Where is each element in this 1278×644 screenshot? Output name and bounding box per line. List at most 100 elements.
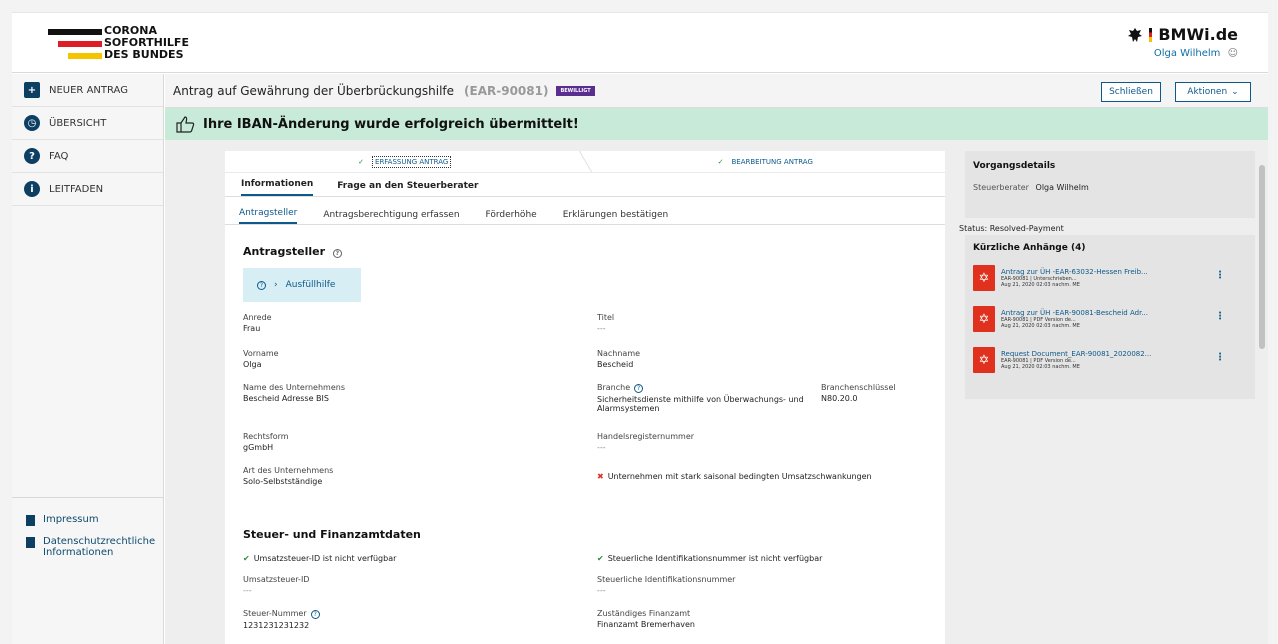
pdf-icon: ✡ xyxy=(973,347,995,373)
tab-informationen[interactable]: Informationen xyxy=(241,179,314,196)
field-nachname: Nachname Bescheid xyxy=(597,349,640,369)
field-value: Frau xyxy=(243,324,261,333)
logo-line-2: SOFORTHILFE xyxy=(104,36,189,49)
field-value: gGmbH xyxy=(243,443,274,452)
field-label: Rechtsform xyxy=(243,432,289,441)
sidebar-item-faq[interactable]: ? FAQ xyxy=(12,140,163,173)
attachment-date: Aug 21, 2020 02:03 nachm. ME xyxy=(1001,364,1080,370)
attachment-title[interactable]: Antrag zur ÜH -EAR-90081-Bescheid Adr... xyxy=(1001,309,1247,317)
case-titlebar: Antrag auf Gewährung der Überbrückungshi… xyxy=(165,74,1268,108)
impressum-label: Impressum xyxy=(43,514,99,525)
attachments-card: Kürzliche Anhänge (4) ✡ Antrag zur ÜH -E… xyxy=(965,235,1255,399)
tab-frage-steuerberater[interactable]: Frage an den Steuerberater xyxy=(337,181,478,196)
sub-tabs: Antragsteller Antragsberechtigung erfass… xyxy=(225,197,945,225)
tab-erklaerungen[interactable]: Erklärungen bestätigen xyxy=(563,210,669,224)
attachment-item[interactable]: ✡ Antrag zur ÜH -EAR-90081-Bescheid Adr.… xyxy=(973,303,1247,335)
field-value: Bescheid Adresse BIS xyxy=(243,394,329,403)
attachment-title[interactable]: Antrag zur ÜH -EAR-63032-Hessen Freib... xyxy=(1001,268,1247,276)
section-antragsteller-heading: Antragsteller ? xyxy=(243,245,342,258)
tab-antragsteller[interactable]: Antragsteller xyxy=(239,208,298,224)
scrollbar-thumb[interactable] xyxy=(1259,165,1265,349)
branche-label-text: Branche xyxy=(597,383,631,392)
field-stid: Steuerliche Identifikationsnummer --- xyxy=(597,575,735,595)
document-icon xyxy=(26,515,35,526)
datenschutz-link[interactable]: Datenschutzrechtliche Informationen xyxy=(12,536,164,558)
attachment-date: Aug 21, 2020 02:03 nachm. ME xyxy=(1001,323,1080,329)
sidebar-item-neuer-antrag[interactable]: + NEUER ANTRAG xyxy=(12,74,163,107)
pdf-icon: ✡ xyxy=(973,306,995,332)
field-stid-check: ✔ Steuerliche Identifikationsnummer ist n… xyxy=(597,554,822,563)
field-branche: Branche? Sicherheitsdienste mithilfe von… xyxy=(597,383,817,413)
tab-antragsberechtigung[interactable]: Antragsberechtigung erfassen xyxy=(323,210,459,224)
cross-icon: ✖ xyxy=(597,472,604,481)
step-label: ERFASSUNG ANTRAG xyxy=(372,155,452,168)
field-value: --- xyxy=(243,586,252,595)
clock-icon: ◷ xyxy=(24,115,40,131)
thumbs-up-icon xyxy=(176,116,195,133)
document-icon xyxy=(26,537,35,548)
field-label: Titel xyxy=(597,313,615,322)
attachment-title[interactable]: Request Document_EAR-90081_2020082... xyxy=(1001,350,1247,358)
sidebar-footer: Impressum Datenschutzrechtliche Informat… xyxy=(12,497,164,568)
field-vorname: Vorname Olga xyxy=(243,349,279,369)
field-label: Steuerberater xyxy=(973,183,1029,192)
chevron-down-icon: ⌄ xyxy=(1231,87,1239,97)
field-titel: Titel --- xyxy=(597,313,614,333)
bmwi-brand: BMWi.de Olga Wilhelm ☺ xyxy=(1127,25,1238,59)
field-value: Unternehmen mit stark saisonal bedingten… xyxy=(607,472,872,481)
step-erfassung[interactable]: ✓ ERFASSUNG ANTRAG xyxy=(225,151,585,172)
sidebar-item-uebersicht[interactable]: ◷ ÜBERSICHT xyxy=(12,107,163,140)
attachment-item[interactable]: ✡ Antrag zur ÜH -EAR-63032-Hessen Freib.… xyxy=(973,262,1247,294)
question-icon: ? xyxy=(24,148,40,164)
close-button[interactable]: Schließen xyxy=(1101,82,1161,102)
field-value-cont: Alarmsystemen xyxy=(597,404,660,413)
app-header: CORONA SOFORTHILFE DES BUNDES BMWi.de Ol… xyxy=(12,13,1268,73)
sidebar-item-label: NEUER ANTRAG xyxy=(49,84,128,96)
vorgangsdetails-card: Vorgangsdetails Steuerberater Olga Wilhe… xyxy=(965,151,1255,218)
sidebar-item-label: FAQ xyxy=(49,150,69,162)
field-value: Bescheid xyxy=(597,360,634,369)
ausfuellhilfe-label: Ausfüllhilfe xyxy=(285,280,336,290)
field-value: 1231231231232 xyxy=(243,621,310,630)
field-saisonal: ✖ Unternehmen mit stark saisonal bedingte… xyxy=(597,472,872,481)
more-options-icon[interactable]: ⋮ xyxy=(1215,270,1225,281)
help-icon[interactable]: ? xyxy=(310,610,320,619)
field-anrede: Anrede Frau xyxy=(243,313,272,333)
more-options-icon[interactable]: ⋮ xyxy=(1215,311,1225,322)
field-value: --- xyxy=(597,324,606,333)
steuerberater-row: Steuerberater Olga Wilhelm xyxy=(973,183,1247,192)
help-icon[interactable]: ? xyxy=(332,249,342,258)
field-label: Anrede xyxy=(243,313,272,322)
field-label: Branche? xyxy=(597,383,817,393)
field-rechtsform: Rechtsform gGmbH xyxy=(243,432,289,452)
stnr-label-text: Steuer-Nummer xyxy=(243,609,307,618)
step-bearbeitung[interactable]: ✓ BEARBEITUNG ANTRAG xyxy=(586,151,946,172)
field-label: Handelsregisternummer xyxy=(597,432,695,441)
field-label: Umsatzsteuer-ID xyxy=(243,575,310,584)
actions-button[interactable]: Aktionen ⌄ xyxy=(1175,82,1251,102)
sidebar-item-leitfaden[interactable]: i LEITFADEN xyxy=(12,173,163,206)
sidebar: + NEUER ANTRAG ◷ ÜBERSICHT ? FAQ i LEITF… xyxy=(12,74,164,644)
tab-foerderhoehe[interactable]: Förderhöhe xyxy=(486,210,537,224)
flag-stripe-icon xyxy=(1149,27,1153,42)
field-steuernummer: Steuer-Nummer? 1231231231232 xyxy=(243,609,320,630)
page-title: Antrag auf Gewährung der Überbrückungshi… xyxy=(173,83,455,98)
field-handelsregister: Handelsregisternummer --- xyxy=(597,432,694,452)
help-icon[interactable]: ? xyxy=(634,384,644,393)
plus-icon: + xyxy=(24,82,40,98)
status-text: Status: Resolved-Payment xyxy=(959,224,1064,233)
more-options-icon[interactable]: ⋮ xyxy=(1215,352,1225,363)
case-id: (EAR-90081) xyxy=(464,83,549,98)
main-area: Antrag auf Gewährung der Überbrückungshi… xyxy=(165,74,1268,644)
attachment-item[interactable]: ✡ Request Document_EAR-90081_2020082... … xyxy=(973,344,1247,376)
pdf-icon: ✡ xyxy=(973,265,995,291)
scrollbar[interactable] xyxy=(1256,157,1268,644)
field-unternehmen: Name des Unternehmens Bescheid Adresse B… xyxy=(243,383,345,403)
user-name: Olga Wilhelm xyxy=(1153,48,1221,59)
flag-black-bar xyxy=(48,29,102,35)
brand-label[interactable]: BMWi.de xyxy=(1158,25,1238,44)
corona-soforthilfe-logo[interactable]: CORONA SOFORTHILFE DES BUNDES xyxy=(48,22,198,62)
user-menu[interactable]: Olga Wilhelm ☺ xyxy=(1127,48,1238,59)
ausfuellhilfe-toggle[interactable]: ? › Ausfüllhilfe xyxy=(243,268,361,302)
impressum-link[interactable]: Impressum xyxy=(12,514,164,526)
